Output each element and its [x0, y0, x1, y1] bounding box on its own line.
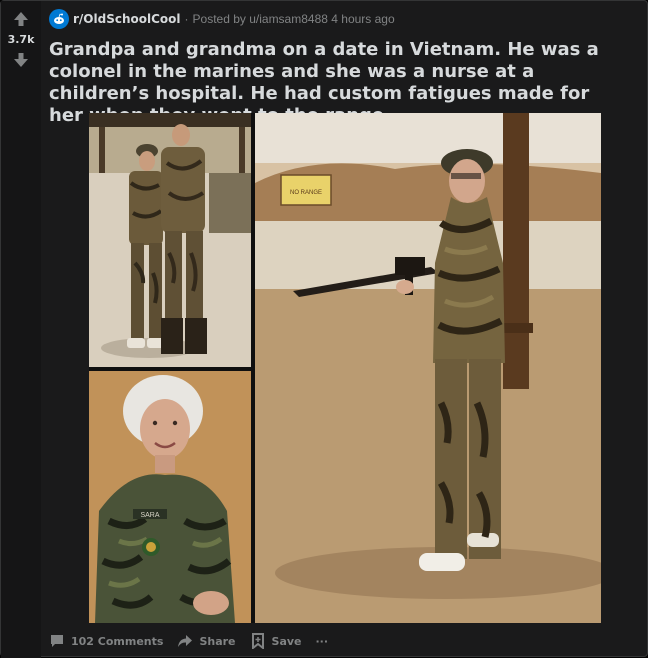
meta-separator: · [184, 12, 189, 26]
downvote-button[interactable] [11, 50, 31, 70]
reddit-alien-icon [54, 13, 64, 24]
share-icon [178, 635, 193, 647]
subreddit-link[interactable]: r/OldSchoolCool [73, 12, 181, 26]
more-options-icon: ··· [315, 634, 329, 648]
post-image[interactable]: SARA NO RANGE [89, 113, 601, 623]
share-button[interactable]: Share [177, 633, 236, 649]
comment-icon [51, 635, 63, 647]
comments-label: 102 Comments [71, 634, 164, 648]
share-label: Share [199, 634, 236, 648]
post-meta: r/OldSchoolCool · Posted by u/iamsam8488… [49, 9, 639, 29]
range-photo: NO RANGE [255, 113, 601, 623]
save-button[interactable]: Save [250, 633, 302, 649]
couple-photo [89, 113, 251, 367]
downvote-arrow-icon [14, 53, 28, 67]
vote-score: 3.7k [7, 33, 35, 46]
subreddit-icon[interactable] [49, 9, 69, 29]
comments-button[interactable]: 102 Comments [49, 633, 163, 649]
bookmark-icon [251, 633, 264, 649]
upvote-arrow-icon [14, 12, 28, 26]
posted-by-text[interactable]: Posted by u/iamsam8488 4 hours ago [193, 12, 395, 26]
grandma-portrait-photo: SARA [89, 371, 251, 623]
post-content: r/OldSchoolCool · Posted by u/iamsam8488… [49, 9, 639, 127]
name-tape-label: SARA [140, 512, 159, 519]
save-label: Save [271, 634, 302, 648]
upvote-button[interactable] [11, 9, 31, 29]
post-actions: 102 Comments Share Save ··· [49, 631, 328, 651]
range-sign-text: NO RANGE [290, 190, 322, 196]
more-options-button[interactable]: ··· [316, 635, 329, 648]
post-card[interactable]: 3.7k r/OldSchoolCool · Posted by u/iamsa… [0, 0, 648, 658]
vote-column: 3.7k [1, 1, 41, 658]
